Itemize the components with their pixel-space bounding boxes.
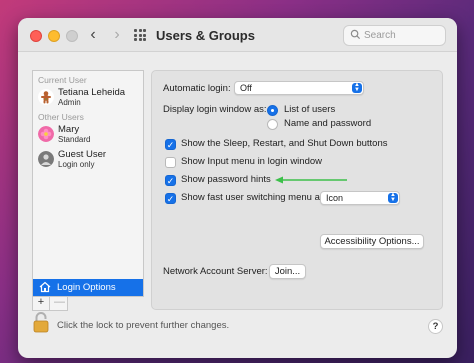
help-button[interactable]: ? — [428, 319, 443, 334]
automatic-login-label: Automatic login: — [163, 83, 231, 94]
mary-name: Mary — [58, 124, 80, 135]
lock-hint-text: Click the lock to prevent further change… — [57, 320, 230, 331]
other-users-label: Other Users — [38, 112, 84, 122]
user-row-current[interactable]: Tetiana Leheida Admin — [33, 86, 143, 110]
show-all-grid-icon[interactable] — [134, 29, 146, 41]
annotation-arrow-icon — [275, 176, 347, 184]
password-hints-label: Show password hints — [181, 174, 271, 185]
radio-name-and-password[interactable] — [267, 119, 278, 130]
lock-icon[interactable] — [32, 311, 50, 333]
search-icon — [350, 29, 361, 40]
login-options-item[interactable]: Login Options — [33, 279, 143, 296]
users-sidebar: Current User Tetiana Leheida Admin Other… — [32, 70, 144, 297]
zoom-button[interactable] — [66, 30, 78, 42]
checkbox-input-menu[interactable] — [165, 157, 176, 168]
window-title: Users & Groups — [156, 28, 255, 43]
checkbox-sleep-restart-shutdown[interactable]: ✓ — [165, 139, 176, 150]
house-icon — [39, 281, 51, 293]
search-field[interactable] — [343, 25, 446, 46]
popup-stepper-icon: ▲ ▼ — [388, 192, 398, 203]
add-remove-controls: + — — [32, 296, 68, 311]
radio-list-of-users[interactable] — [267, 105, 278, 116]
search-input[interactable] — [364, 28, 442, 43]
user-row-guest[interactable]: Guest User Login only — [33, 148, 143, 172]
remove-user-button[interactable]: — — [51, 296, 68, 308]
titlebar: ‹ › Users & Groups — [18, 18, 457, 52]
back-button[interactable]: ‹ — [84, 25, 102, 45]
fast-switch-value: Icon — [326, 193, 344, 203]
sleep-restart-shutdown-label: Show the Sleep, Restart, and Shut Down b… — [181, 138, 388, 149]
automatic-login-popup[interactable]: Off ▲ ▼ — [234, 81, 364, 95]
gingerbread-avatar-icon — [38, 89, 54, 105]
minimize-button[interactable] — [48, 30, 60, 42]
display-login-window-label: Display login window as: — [163, 104, 267, 115]
close-button[interactable] — [30, 30, 42, 42]
forward-button[interactable]: › — [108, 25, 126, 45]
mary-role: Standard — [58, 135, 91, 144]
popup-stepper-icon: ▲ ▼ — [352, 82, 362, 93]
user-row-mary[interactable]: Mary Standard — [33, 123, 143, 147]
join-button[interactable]: Join... — [269, 264, 306, 279]
login-options-label: Login Options — [57, 282, 116, 293]
login-options-panel: Automatic login: Off ▲ ▼ Display login wi… — [151, 70, 443, 310]
guest-avatar-icon — [38, 151, 54, 167]
checkbox-password-hints[interactable]: ✓ — [165, 175, 176, 186]
current-user-name: Tetiana Leheida — [58, 87, 126, 98]
automatic-login-value: Off — [240, 83, 252, 93]
add-user-button[interactable]: + — [33, 296, 50, 310]
fast-switch-popup[interactable]: Icon ▲ ▼ — [320, 191, 400, 205]
users-groups-window: ‹ › Users & Groups Current User — [18, 18, 457, 358]
network-account-server-label: Network Account Server: — [163, 266, 268, 277]
current-user-label: Current User — [38, 75, 87, 85]
input-menu-label: Show Input menu in login window — [181, 156, 323, 167]
flower-avatar-icon — [38, 126, 54, 142]
accessibility-options-button[interactable]: Accessibility Options... — [320, 234, 424, 249]
list-of-users-label: List of users — [284, 104, 336, 115]
fast-user-switching-label: Show fast user switching menu as — [181, 192, 325, 203]
checkbox-fast-user-switching[interactable]: ✓ — [165, 193, 176, 204]
guest-role: Login only — [58, 160, 95, 169]
current-user-role: Admin — [58, 98, 81, 107]
name-and-password-label: Name and password — [284, 118, 372, 129]
guest-name: Guest User — [58, 149, 107, 160]
